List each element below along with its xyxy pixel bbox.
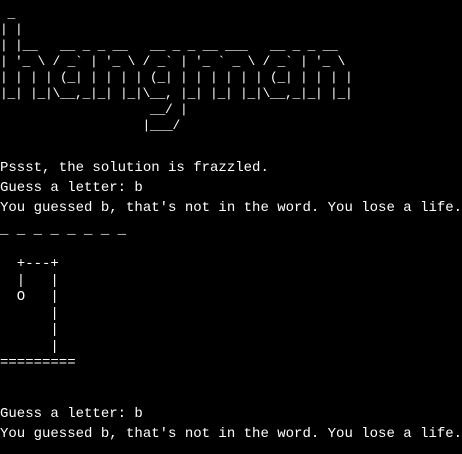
terminal-window[interactable]: _ | | | |__ __ _ _ __ __ _ _ __ ___ __ _… — [0, 0, 462, 454]
guess-result-line: You guessed b, that's not in the word. Y… — [0, 200, 462, 216]
guess-prompt-line: Guess a letter: b — [0, 180, 143, 196]
hangman-ascii-banner: _ | | | |__ __ _ _ __ __ _ _ __ ___ __ _… — [0, 6, 353, 133]
word-progress-blanks: _ _ _ _ _ _ _ _ — [0, 222, 127, 238]
guess-prompt-line-2: Guess a letter: b — [0, 406, 143, 422]
hangman-gallows-drawing: +---+ | | O | | | | ========= — [0, 256, 76, 371]
guess-result-line-2: You guessed b, that's not in the word. Y… — [0, 426, 462, 442]
solution-hint-line: Pssst, the solution is frazzled. — [0, 160, 269, 176]
